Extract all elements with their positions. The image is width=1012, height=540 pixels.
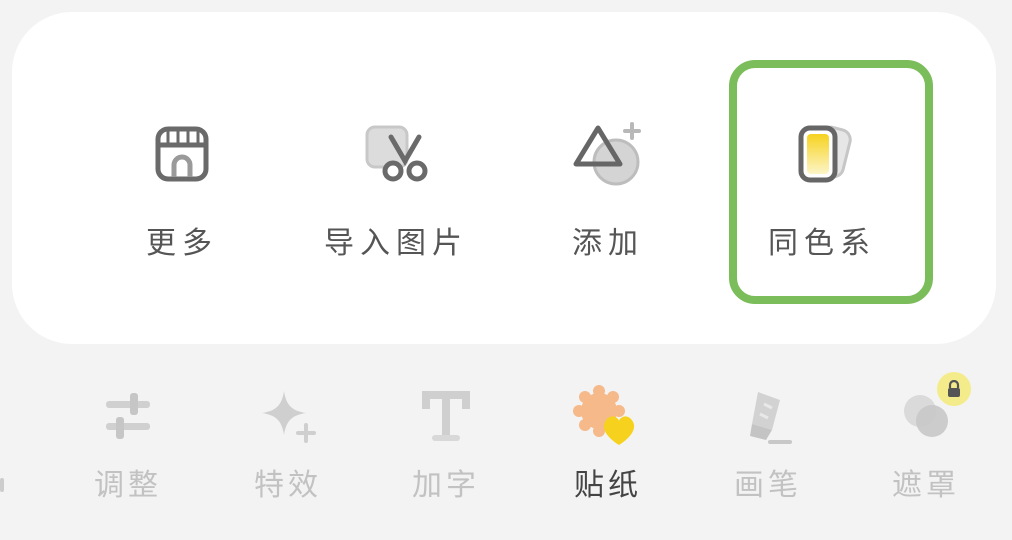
edge-divider [0,478,4,492]
tool-color-family[interactable]: 同色系 [752,110,892,270]
tab-label: 加字 [412,468,480,503]
tab-label: 调整 [94,468,162,503]
tab-sticker[interactable]: 贴纸 [548,384,668,504]
sticker-icon [572,384,644,450]
tool-import-image[interactable]: 导入图片 [324,110,468,270]
tool-label: 添加 [572,226,644,261]
tab-text[interactable]: 加字 [386,384,506,504]
store-icon [137,110,227,200]
tab-adjust[interactable]: 调整 [68,384,188,504]
lock-badge [937,372,971,406]
brush-icon [732,384,804,450]
tab-label: 特效 [254,468,322,503]
tool-add[interactable]: 添加 [538,110,678,270]
tool-label: 更多 [146,226,218,261]
sparkle-icon [252,384,324,450]
tab-label: 画笔 [734,468,802,503]
shape-add-icon [563,110,653,200]
tab-label: 遮罩 [892,468,960,503]
tab-brush[interactable]: 画笔 [708,384,828,504]
color-family-icon [777,110,867,200]
tab-effects[interactable]: 特效 [228,384,348,504]
tab-label: 贴纸 [574,468,642,503]
tab-mask[interactable]: 遮罩 [866,384,986,504]
tool-label: 同色系 [768,226,876,261]
tool-label: 导入图片 [324,226,468,261]
tool-more[interactable]: 更多 [112,110,252,270]
image-cut-icon [351,110,441,200]
lock-icon [948,380,960,397]
text-icon [410,384,482,450]
sliders-icon [92,384,164,450]
